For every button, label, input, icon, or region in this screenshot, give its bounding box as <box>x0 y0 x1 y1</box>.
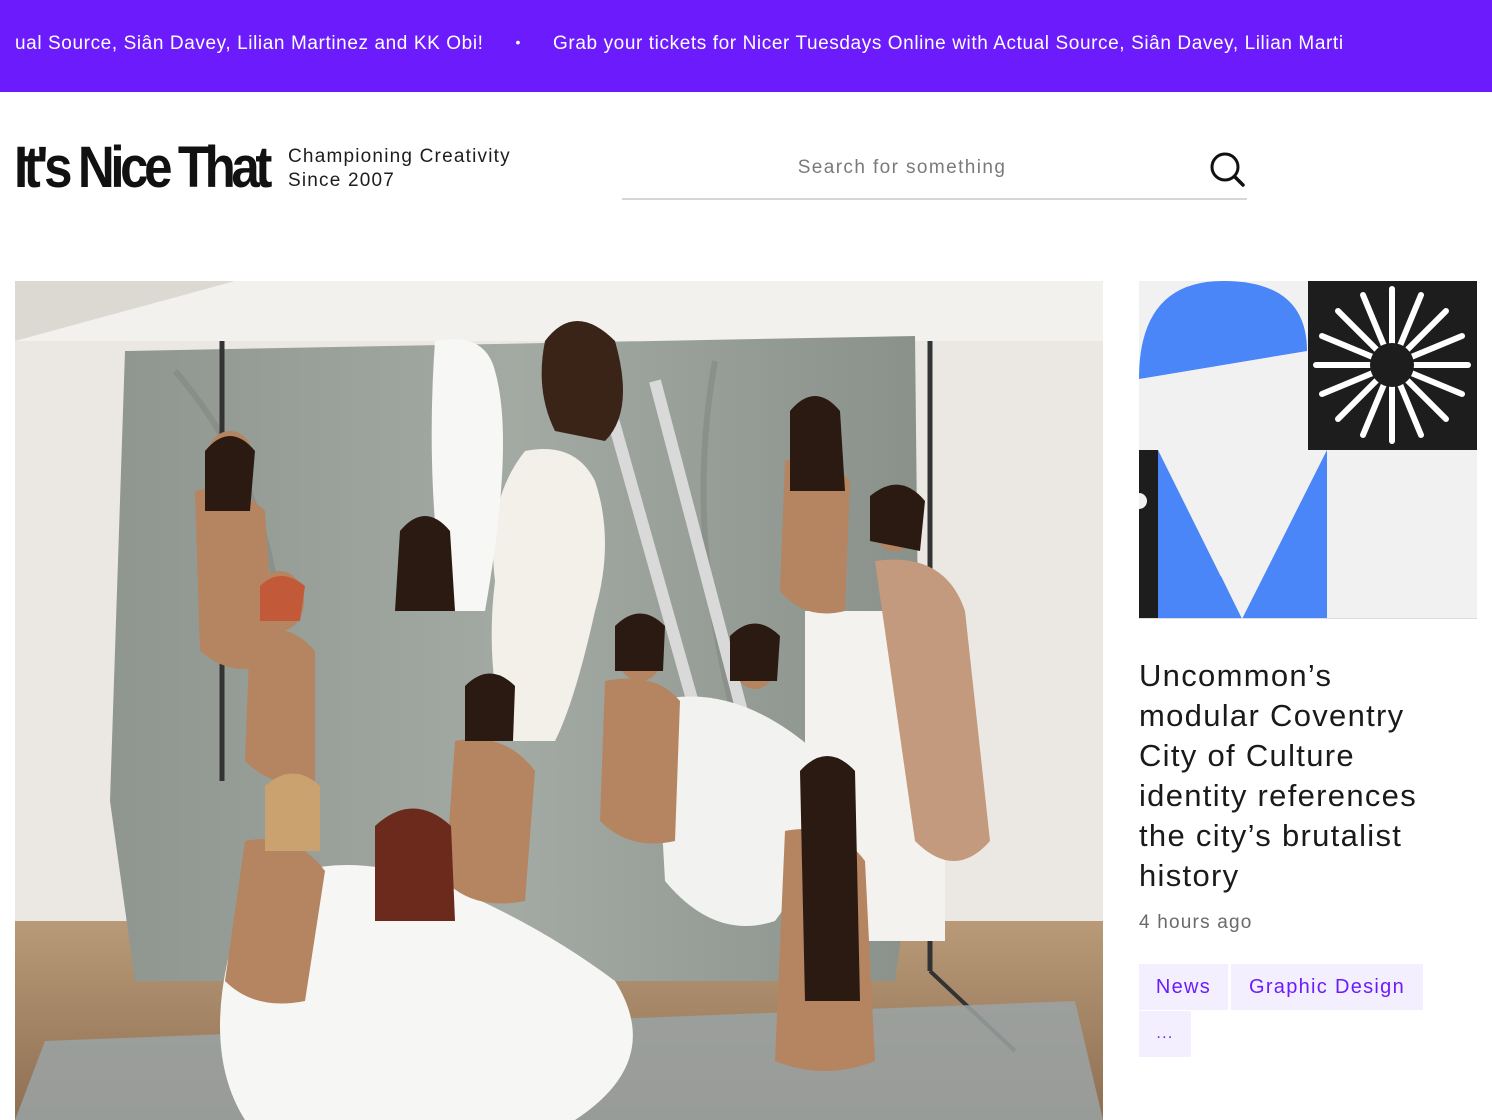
site-tagline: Championing Creativity Since 2007 <box>288 145 511 193</box>
ticker-track: ual Source, Siân Davey, Lilian Martinez … <box>15 33 1344 55</box>
featured-article-image[interactable] <box>15 281 1103 1120</box>
ticker-message: Grab your tickets for Nicer Tuesdays Onl… <box>553 33 1344 54</box>
ticker-separator: • <box>515 34 522 50</box>
tagline-line-2: Since 2007 <box>288 170 396 191</box>
tag-graphic-design[interactable]: Graphic Design <box>1231 964 1423 1010</box>
sidebar-article-time: 4 hours ago <box>1139 912 1253 933</box>
sidebar-article-title[interactable]: Uncommon’s modular Coventry City of Cult… <box>1139 656 1459 896</box>
site-header: It's Nice That Championing Creativity Si… <box>0 92 1492 242</box>
ticker-message-partial: ual Source, Siân Davey, Lilian Martinez … <box>15 33 484 54</box>
sidebar-article-image[interactable] <box>1139 281 1477 619</box>
announcement-ticker[interactable]: ual Source, Siân Davey, Lilian Martinez … <box>0 0 1492 92</box>
tag-news[interactable]: News <box>1139 964 1228 1010</box>
coventry-identity-graphic <box>1139 281 1477 618</box>
tag-more-button[interactable]: ... <box>1139 1011 1191 1057</box>
site-logo[interactable]: It's Nice That <box>14 139 272 197</box>
tagline-line-1: Championing Creativity <box>288 146 511 167</box>
featured-photo <box>15 281 1103 1120</box>
search-input[interactable] <box>622 148 1182 188</box>
search-bar <box>622 138 1247 200</box>
search-icon <box>1210 152 1245 187</box>
search-button[interactable] <box>1208 150 1248 190</box>
